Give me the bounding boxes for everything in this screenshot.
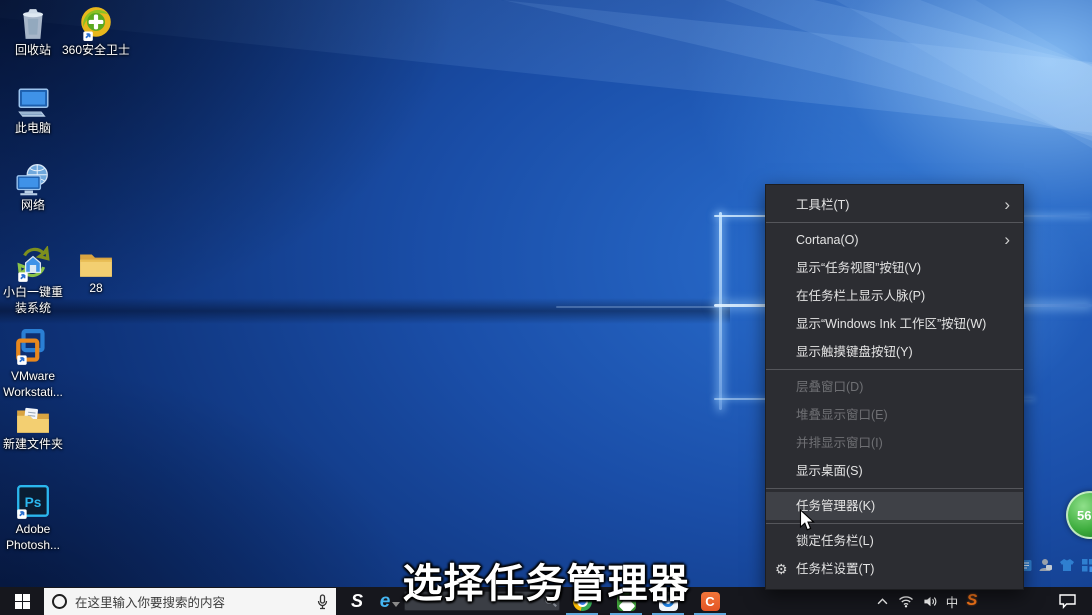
wifi-icon (898, 595, 914, 608)
desktop-icon-recycle-bin[interactable]: 回收站 (0, 6, 66, 58)
start-button[interactable] (0, 587, 44, 615)
menu-item-show-task-view[interactable]: 显示“任务视图”按钮(V) (766, 254, 1023, 282)
tray-ime-indicator[interactable]: 中 (942, 587, 962, 615)
taskbar-sogou-browser[interactable]: S (340, 587, 374, 615)
speaker-icon (923, 595, 938, 608)
recycle-bin-icon (16, 6, 50, 42)
windows-desktop: 回收站 360安全卫士 此电脑 网络 (0, 0, 1092, 615)
menu-separator (766, 488, 1023, 489)
menu-item-label: 在任务栏上显示人脉(P) (796, 289, 925, 303)
tray-wifi[interactable] (894, 587, 918, 615)
menu-item-label: 并排显示窗口(I) (796, 436, 883, 450)
cortana-circle-icon (52, 594, 67, 609)
ime-zh-label: 中 (946, 592, 959, 611)
menu-item-label: 锁定任务栏(L) (796, 534, 874, 548)
icon-label: VMware (11, 369, 55, 384)
microphone-icon[interactable] (317, 594, 328, 610)
menu-item-label: 显示触摸键盘按钮(Y) (796, 345, 913, 359)
menu-item-label: 堆叠显示窗口(E) (796, 408, 888, 422)
menu-item-taskbar-settings[interactable]: ⚙ 任务栏设置(T) (766, 555, 1023, 583)
menu-item-label: 任务管理器(K) (796, 499, 875, 513)
desktop-icon-xiaobai[interactable]: 小白一键重 装系统 (0, 246, 66, 316)
360-safe-icon (77, 4, 115, 42)
photoshop-icon: Ps (14, 483, 52, 521)
this-pc-icon (14, 86, 52, 120)
menu-item-show-windows-ink[interactable]: 显示“Windows Ink 工作区”按钮(W) (766, 310, 1023, 338)
menu-item-label: 工具栏(T) (796, 198, 849, 212)
desktop-icon-photoshop[interactable]: Ps Adobe Photosh... (0, 483, 66, 553)
menu-item-label: 层叠窗口(D) (796, 380, 863, 394)
icon-label: 网络 (21, 198, 45, 213)
icon-label: 新建文件夹 (3, 437, 63, 452)
vmware-icon (13, 328, 53, 368)
taskbar-context-menu: 工具栏(T) › Cortana(O) › 显示“任务视图”按钮(V) 在任务栏… (765, 184, 1024, 590)
taskbar-internet-explorer[interactable]: e (376, 587, 404, 615)
tray-volume[interactable] (918, 587, 942, 615)
speech-bubble-icon (1058, 593, 1077, 609)
chevron-up-icon (877, 598, 888, 605)
desktop-icon-network[interactable]: 网络 (0, 163, 66, 213)
icon-label: 回收站 (15, 43, 51, 58)
desktop-icon-new-folder[interactable]: 新建文件夹 (0, 404, 66, 452)
gear-icon: ⚙ (775, 555, 788, 583)
desktop-icon-this-pc[interactable]: 此电脑 (0, 86, 66, 136)
sogou-browser-s-icon: S (351, 591, 363, 612)
folder-icon (78, 248, 114, 280)
internet-explorer-icon: e (380, 592, 391, 611)
toolbox-grid-icon[interactable] (1081, 558, 1092, 572)
menu-separator (766, 222, 1023, 223)
sogou-s-icon: S (967, 592, 978, 610)
icon-label: 此电脑 (15, 121, 51, 136)
person-icon[interactable] (1038, 558, 1053, 572)
menu-separator (766, 369, 1023, 370)
menu-item-show-people[interactable]: 在任务栏上显示人脉(P) (766, 282, 1023, 310)
menu-item-label: 任务栏设置(T) (796, 562, 874, 576)
menu-item-show-touch-keyboard[interactable]: 显示触摸键盘按钮(Y) (766, 338, 1023, 366)
tray-action-center[interactable] (1050, 587, 1084, 615)
camtasia-c-icon: C (701, 592, 720, 611)
desktop-icon-vmware[interactable]: VMware Workstati... (0, 328, 66, 400)
menu-item-lock-taskbar[interactable]: 锁定任务栏(L) (766, 527, 1023, 555)
network-icon (14, 163, 52, 197)
folder-icon (15, 404, 51, 436)
menu-item-side-by-side-windows: 并排显示窗口(I) (766, 429, 1023, 457)
menu-item-toolbars[interactable]: 工具栏(T) › (766, 191, 1023, 219)
desktop-icon-folder-28[interactable]: 28 (63, 248, 129, 296)
icon-label: 小白一键重 (3, 285, 63, 300)
menu-item-cascade-windows: 层叠窗口(D) (766, 373, 1023, 401)
menu-item-label: Cortana(O) (796, 233, 859, 247)
icon-label: Workstati... (3, 385, 63, 400)
dropdown-caret-icon (392, 602, 400, 607)
menu-item-label: 显示桌面(S) (796, 464, 863, 478)
video-subtitle: 选择任务管理器 (403, 551, 690, 609)
desktop-icon-360-safe[interactable]: 360安全卫士 (63, 4, 129, 58)
menu-item-task-manager[interactable]: 任务管理器(K) (766, 492, 1023, 520)
svg-text:Ps: Ps (25, 495, 42, 510)
search-placeholder: 在这里输入你要搜索的内容 (75, 592, 309, 611)
submenu-chevron-icon: › (1004, 191, 1010, 219)
submenu-chevron-icon: › (1004, 226, 1010, 254)
menu-item-show-desktop[interactable]: 显示桌面(S) (766, 457, 1023, 485)
icon-label: Adobe (16, 522, 51, 537)
menu-item-label: 显示“任务视图”按钮(V) (796, 261, 921, 275)
ball-value: 56 (1077, 508, 1091, 523)
menu-separator (766, 523, 1023, 524)
xiaobai-reinstall-icon (14, 246, 52, 284)
menu-item-cortana[interactable]: Cortana(O) › (766, 226, 1023, 254)
menu-item-label: 显示“Windows Ink 工作区”按钮(W) (796, 317, 986, 331)
icon-label: 28 (89, 281, 102, 296)
icon-label: 360安全卫士 (62, 43, 130, 58)
taskbar-search[interactable]: 在这里输入你要搜索的内容 (44, 588, 336, 615)
windows-logo-icon (15, 594, 30, 609)
menu-item-stack-windows: 堆叠显示窗口(E) (766, 401, 1023, 429)
icon-label: Photosh... (6, 538, 60, 553)
icon-label: 装系统 (15, 301, 51, 316)
tray-sogou-input[interactable]: S (960, 587, 984, 615)
tray-hidden-icons[interactable] (870, 587, 894, 615)
taskbar-camtasia[interactable]: C (692, 587, 728, 615)
skin-tshirt-icon[interactable] (1059, 558, 1075, 572)
sogou-input-toolbar[interactable] (1016, 558, 1092, 572)
